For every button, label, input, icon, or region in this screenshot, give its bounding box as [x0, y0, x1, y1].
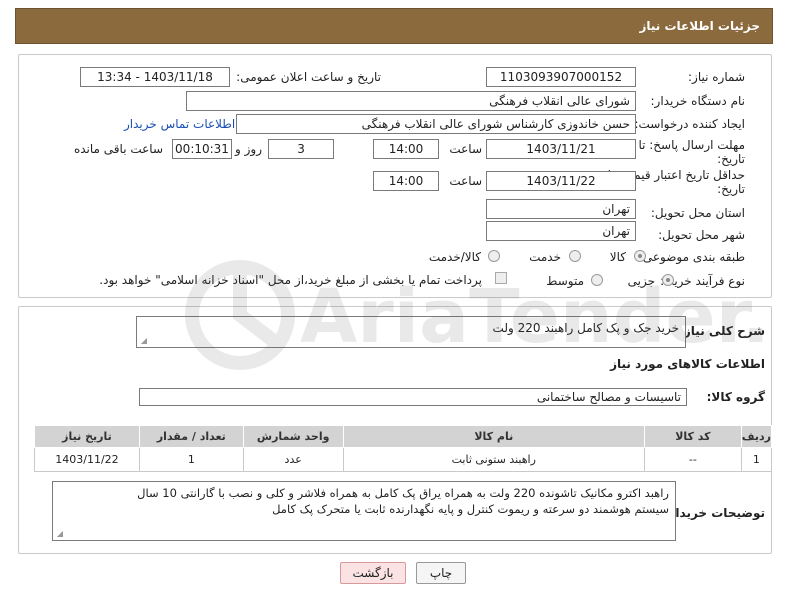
need-number-label: شماره نیاز:: [688, 70, 745, 84]
province-label: استان محل تحویل:: [650, 206, 745, 220]
need-number-field: 1103093907000152: [486, 67, 636, 87]
resize-grip-icon: ◢: [56, 529, 63, 538]
days-field: 3: [268, 139, 334, 159]
summary-field: خرید جک و پک کامل راهبند 220 ولت ◢: [136, 316, 686, 348]
deadline-date-field: 1403/11/21: [486, 139, 636, 159]
category-option-goods-service: کالا/خدمت: [428, 250, 481, 264]
col-quantity: تعداد / مقدار: [138, 425, 244, 448]
col-name: نام کالا: [342, 425, 645, 448]
goods-info-title: اطلاعات کالاهای مورد نیاز: [610, 357, 765, 371]
province-field: تهران: [486, 199, 636, 219]
buyer-desc-line-1: راهبد اکترو مکانیک تاشونده 220 ولت به هم…: [137, 486, 669, 500]
resize-grip-icon: ◢: [140, 336, 147, 345]
creator-label: ایجاد کننده درخواست:: [634, 117, 745, 131]
category-radio-goods[interactable]: [634, 250, 646, 262]
summary-text: خرید جک و پک کامل راهبند 220 ولت: [492, 321, 679, 335]
cell-row: 1: [740, 447, 773, 472]
col-code: کد کالا: [643, 425, 742, 448]
cell-unit: عدد: [242, 447, 344, 472]
buyer-desc-label: توضیحات خریدار:: [663, 506, 765, 520]
print-button[interactable]: چاپ: [416, 562, 466, 584]
cell-code: --: [643, 447, 742, 472]
goods-group-field: تاسیسات و مصالح ساختمانی: [139, 388, 687, 406]
process-radio-medium[interactable]: [591, 274, 603, 286]
deadline-time-field: 14:00: [373, 139, 439, 159]
goods-table-header: ردیف کد کالا نام کالا واحد شمارش تعداد /…: [34, 425, 773, 448]
cell-quantity: 1: [138, 447, 244, 472]
process-option-medium: متوسط: [546, 274, 584, 288]
buyer-contact-link[interactable]: اطلاعات تماس خریدار: [124, 117, 235, 131]
process-radio-minor[interactable]: [662, 274, 674, 286]
process-option-minor: جزیی: [627, 274, 655, 288]
deadline-label: مهلت ارسال پاسخ: تا: [638, 138, 745, 152]
validity-time-label: ساعت: [449, 174, 482, 188]
city-label: شهر محل تحویل:: [658, 228, 745, 242]
col-row: ردیف: [740, 425, 773, 448]
buyer-desc-field: راهبد اکترو مکانیک تاشونده 220 ولت به هم…: [52, 481, 676, 541]
cell-need-date: 1403/11/22: [34, 447, 140, 472]
col-unit: واحد شمارش: [242, 425, 344, 448]
buyer-desc-line-2: سیستم هوشمند دو سرعته و ریموت کنترل و پا…: [272, 502, 669, 516]
remaining-time-field: 00:10:31: [172, 139, 232, 159]
buyer-org-label: نام دستگاه خریدار:: [650, 94, 746, 108]
goods-table: ردیف کد کالا نام کالا واحد شمارش تعداد /…: [34, 425, 773, 472]
category-radio-service[interactable]: [569, 250, 581, 262]
validity-date-field: 1403/11/22: [486, 171, 636, 191]
category-radio-goods-service[interactable]: [488, 250, 500, 262]
page-title: جزئیات اطلاعات نیاز: [639, 19, 760, 33]
treasury-checkbox[interactable]: [495, 272, 507, 284]
summary-label: شرح کلی نیاز:: [679, 324, 765, 338]
deadline-label-date: تاریخ:: [717, 152, 745, 166]
validity-time-field: 14:00: [373, 171, 439, 191]
category-option-service: خدمت: [529, 250, 561, 264]
page-header: جزئیات اطلاعات نیاز: [15, 8, 773, 44]
announce-datetime-field: 1403/11/18 - 13:34: [80, 67, 230, 87]
min-validity-label-date: تاریخ:: [717, 182, 745, 196]
goods-group-label: گروه کالا:: [706, 390, 765, 404]
days-label: روز و: [235, 142, 262, 156]
announce-label: تاریخ و ساعت اعلان عمومی:: [236, 70, 381, 84]
col-need-date: تاریخ نیاز: [34, 425, 140, 448]
table-row: 1 -- راهبند ستونی ثابت عدد 1 1403/11/22: [34, 447, 773, 472]
back-button[interactable]: بازگشت: [340, 562, 406, 584]
creator-field: حسن خاندوزی کارشناس شورای عالی انقلاب فر…: [236, 114, 636, 134]
city-field: تهران: [486, 221, 636, 241]
category-label: طبقه بندی موضوعی:: [638, 250, 745, 264]
buyer-org-field: شورای عالی انقلاب فرهنگی: [186, 91, 636, 111]
payment-note: پرداخت تمام یا بخشی از مبلغ خرید،از محل …: [99, 273, 482, 287]
category-option-goods: کالا: [609, 250, 626, 264]
remaining-label: ساعت باقی مانده: [73, 142, 163, 156]
deadline-time-label: ساعت: [449, 142, 482, 156]
cell-name: راهبند ستونی ثابت: [342, 447, 645, 472]
